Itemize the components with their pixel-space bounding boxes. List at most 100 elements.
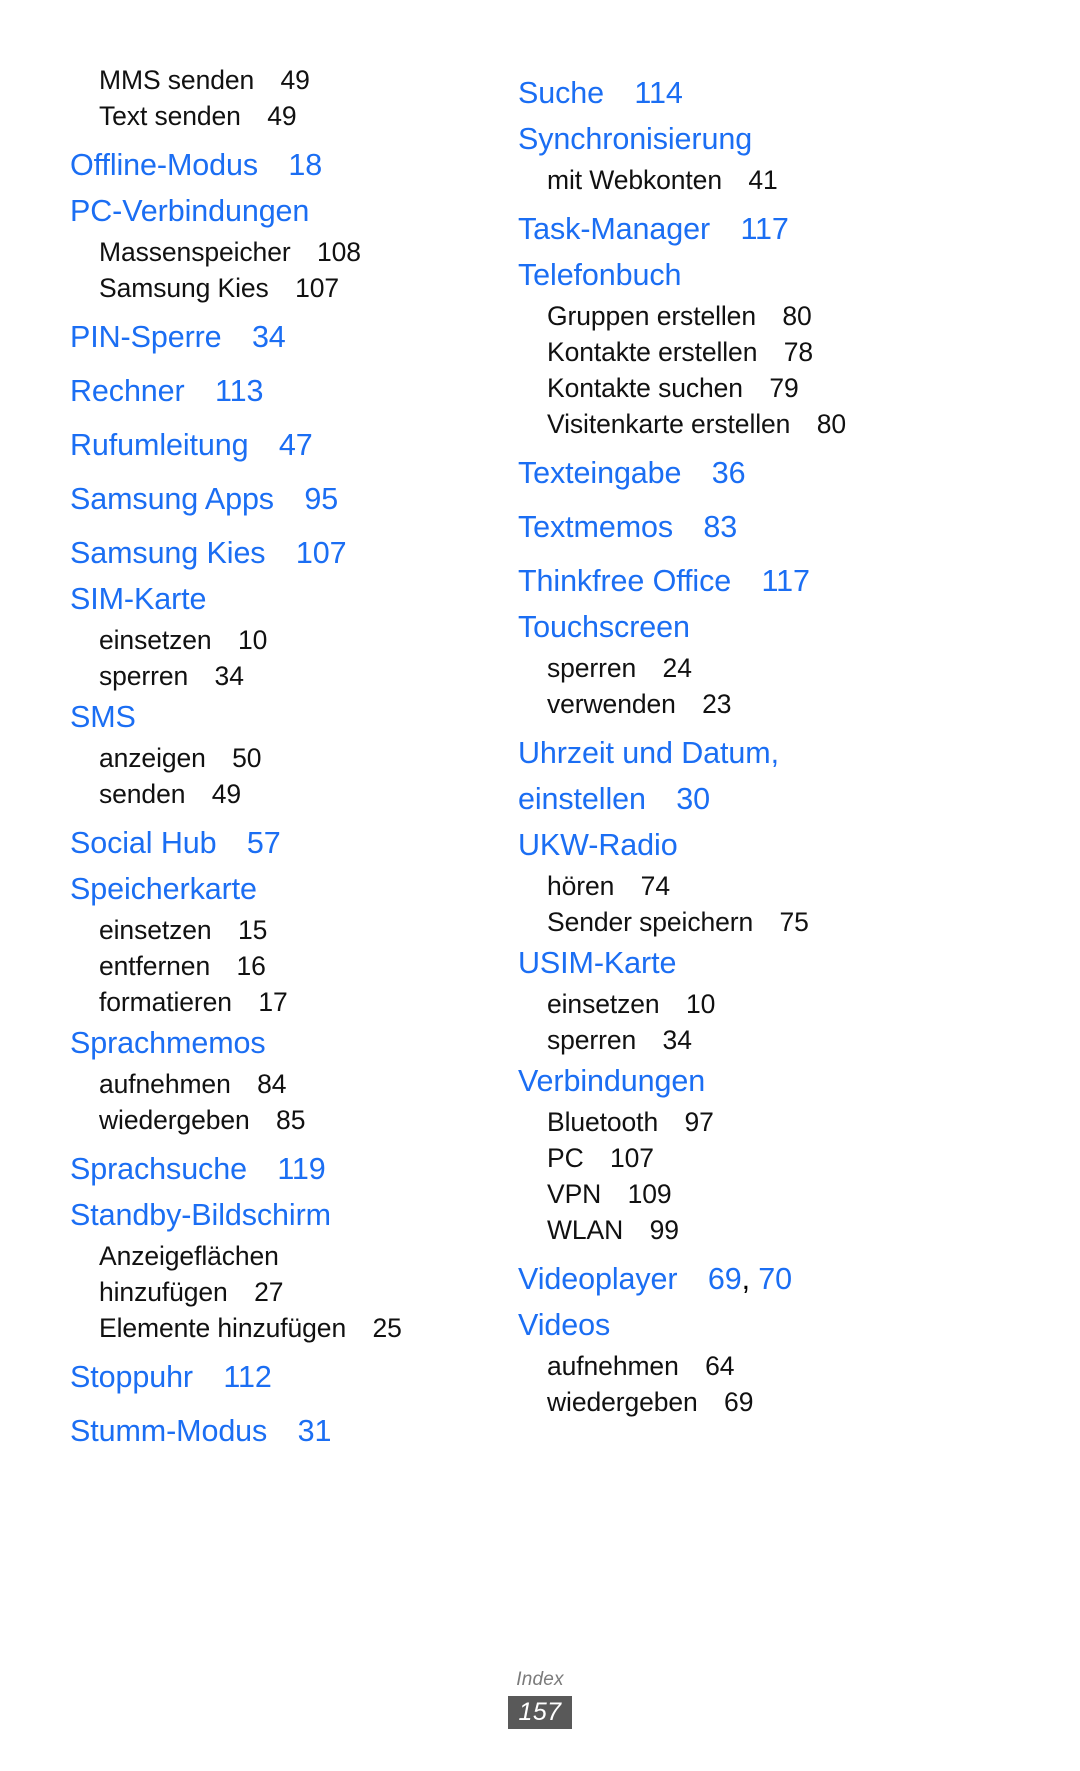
- index-entry: SMS anzeigen 50 senden 49: [70, 694, 490, 812]
- index-entry-heading[interactable]: Verbindungen: [518, 1058, 938, 1104]
- index-subentry[interactable]: Gruppen erstellen 80: [518, 298, 938, 334]
- index-column-right: Suche 114 Synchronisierung mit Webkonten 4…: [518, 62, 938, 1420]
- index-entry-heading-line1: Uhrzeit und Datum,: [518, 736, 779, 770]
- index-entry-heading[interactable]: Videoplayer 69, 70: [518, 1256, 938, 1302]
- index-entry-heading[interactable]: SMS: [70, 694, 490, 740]
- index-entry: Sprachsuche 119: [70, 1146, 490, 1192]
- index-entry: Speicherkarte einsetzen 15 entfernen 16 for…: [70, 866, 490, 1020]
- index-subentry[interactable]: aufnehmen 84: [70, 1066, 490, 1102]
- index-subentry[interactable]: Text senden 49: [70, 98, 490, 134]
- index-entry-heading[interactable]: Textmemos 83: [518, 504, 938, 550]
- index-entry-heading[interactable]: Samsung Kies 107: [70, 530, 490, 576]
- index-entry-heading[interactable]: Rufumleitung 47: [70, 422, 490, 468]
- index-entry: PIN-Sperre 34: [70, 314, 490, 360]
- index-entry-heading[interactable]: Speicherkarte: [70, 866, 490, 912]
- index-entry: Stoppuhr 112: [70, 1354, 490, 1400]
- index-entry-heading[interactable]: Rechner 113: [70, 368, 490, 414]
- index-entry: PC-Verbindungen Massenspeicher 108 Samsung…: [70, 188, 490, 306]
- index-subentry[interactable]: sperren 34: [70, 658, 490, 694]
- index-subentry[interactable]: aufnehmen 64: [518, 1348, 938, 1384]
- index-entry: Thinkfree Office 117: [518, 558, 938, 604]
- index-entry-heading[interactable]: Telefonbuch: [518, 252, 938, 298]
- index-entry-heading[interactable]: PC-Verbindungen: [70, 188, 490, 234]
- index-subentry[interactable]: Massenspeicher 108: [70, 234, 490, 270]
- index-entry-heading[interactable]: Stoppuhr 112: [70, 1354, 490, 1400]
- index-page: MMS senden 49 Text senden 49 Offline-Modu…: [0, 0, 1080, 1771]
- index-entry-heading[interactable]: Offline-Modus 18: [70, 142, 490, 188]
- index-subentry[interactable]: PC 107: [518, 1140, 938, 1176]
- index-subentry[interactable]: mit Webkonten 41: [518, 162, 938, 198]
- index-entry-heading[interactable]: Texteingabe 36: [518, 450, 938, 496]
- index-entry-heading-line2: einstellen 30: [518, 782, 710, 816]
- index-entry-list-right: Suche 114 Synchronisierung mit Webkonten 4…: [518, 70, 938, 1420]
- footer-section-label: Index: [516, 1669, 564, 1690]
- index-entry-heading[interactable]: Sprachsuche 119: [70, 1146, 490, 1192]
- index-entry: Texteingabe 36: [518, 450, 938, 496]
- index-subentry[interactable]: einsetzen 15: [70, 912, 490, 948]
- index-entry-list-left: Offline-Modus 18 PC-Verbindungen Massenspe…: [70, 142, 490, 1454]
- index-entry-heading[interactable]: PIN-Sperre 34: [70, 314, 490, 360]
- index-entry: Suche 114: [518, 70, 938, 116]
- index-subentry[interactable]: sperren 34: [518, 1022, 938, 1058]
- index-entry: Textmemos 83: [518, 504, 938, 550]
- index-subentry[interactable]: Kontakte suchen 79: [518, 370, 938, 406]
- index-entry: Sprachmemos aufnehmen 84 wiedergeben 85: [70, 1020, 490, 1138]
- index-subentry[interactable]: Elemente hinzufügen 25: [70, 1310, 490, 1346]
- index-entry-heading[interactable]: Uhrzeit und Datum, einstellen 30: [518, 730, 938, 822]
- index-subentry[interactable]: formatieren 17: [70, 984, 490, 1020]
- index-entry-heading[interactable]: UKW-Radio: [518, 822, 938, 868]
- index-entry-heading[interactable]: Standby-Bildschirm: [70, 1192, 490, 1238]
- index-columns: MMS senden 49 Text senden 49 Offline-Modu…: [70, 62, 1010, 1454]
- index-entry: Videoplayer 69, 70: [518, 1256, 938, 1302]
- index-entry: Uhrzeit und Datum, einstellen 30: [518, 730, 938, 822]
- index-entry-heading[interactable]: Synchronisierung: [518, 116, 938, 162]
- index-subentry[interactable]: einsetzen 10: [518, 986, 938, 1022]
- index-entry: Rechner 113: [70, 368, 490, 414]
- index-subentry-label-continued: hinzufügen 27: [99, 1277, 284, 1307]
- index-subentry[interactable]: entfernen 16: [70, 948, 490, 984]
- index-entry: Rufumleitung 47: [70, 422, 490, 468]
- index-subentry[interactable]: wiedergeben 85: [70, 1102, 490, 1138]
- index-entry-heading[interactable]: Thinkfree Office 117: [518, 558, 938, 604]
- index-subentry[interactable]: senden 49: [70, 776, 490, 812]
- index-subentry[interactable]: Visitenkarte erstellen 80: [518, 406, 938, 442]
- index-subentry[interactable]: einsetzen 10: [70, 622, 490, 658]
- index-entry: SIM-Karte einsetzen 10 sperren 34: [70, 576, 490, 694]
- index-column-left: MMS senden 49 Text senden 49 Offline-Modu…: [70, 62, 490, 1454]
- index-subentry[interactable]: anzeigen 50: [70, 740, 490, 776]
- footer-page-number: 157: [507, 1696, 573, 1729]
- index-subentry[interactable]: wiedergeben 69: [518, 1384, 938, 1420]
- index-entry-heading[interactable]: Videos: [518, 1302, 938, 1348]
- index-entry: Offline-Modus 18: [70, 142, 490, 188]
- index-entry: Stumm-Modus 31: [70, 1408, 490, 1454]
- index-entry: Touchscreen sperren 24 verwenden 23: [518, 604, 938, 722]
- index-subentry[interactable]: MMS senden 49: [70, 62, 490, 98]
- index-entry-heading[interactable]: Social Hub 57: [70, 820, 490, 866]
- index-entry: Verbindungen Bluetooth 97 PC 107 VPN 109 WLA…: [518, 1058, 938, 1248]
- index-subentry[interactable]: hören 74: [518, 868, 938, 904]
- index-subentry[interactable]: WLAN 99: [518, 1212, 938, 1248]
- index-entry-heading[interactable]: Stumm-Modus 31: [70, 1408, 490, 1454]
- index-entry: Standby-Bildschirm Anzeigeflächen hinzufüg…: [70, 1192, 490, 1346]
- index-entry: UKW-Radio hören 74 Sender speichern 75: [518, 822, 938, 940]
- index-subentry[interactable]: VPN 109: [518, 1176, 938, 1212]
- index-entry: Videos aufnehmen 64 wiedergeben 69: [518, 1302, 938, 1420]
- index-entry-heading[interactable]: Samsung Apps 95: [70, 476, 490, 522]
- index-entry: Samsung Kies 107: [70, 530, 490, 576]
- index-entry: Telefonbuch Gruppen erstellen 80 Kontakte …: [518, 252, 938, 442]
- index-entry-heading[interactable]: Touchscreen: [518, 604, 938, 650]
- index-subentry[interactable]: verwenden 23: [518, 686, 938, 722]
- index-subentry[interactable]: Samsung Kies 107: [70, 270, 490, 306]
- index-entry-heading[interactable]: Sprachmemos: [70, 1020, 490, 1066]
- index-entry-heading[interactable]: USIM-Karte: [518, 940, 938, 986]
- index-entry: Social Hub 57: [70, 820, 490, 866]
- continued-entry-group: MMS senden 49 Text senden 49: [70, 62, 490, 134]
- index-entry-heading[interactable]: SIM-Karte: [70, 576, 490, 622]
- index-entry-heading[interactable]: Task-Manager 117: [518, 206, 938, 252]
- index-subentry[interactable]: Kontakte erstellen 78: [518, 334, 938, 370]
- index-subentry[interactable]: Sender speichern 75: [518, 904, 938, 940]
- index-entry-heading[interactable]: Suche 114: [518, 70, 938, 116]
- index-subentry[interactable]: Anzeigeflächen hinzufügen 27: [70, 1238, 490, 1310]
- index-subentry[interactable]: Bluetooth 97: [518, 1104, 938, 1140]
- index-subentry[interactable]: sperren 24: [518, 650, 938, 686]
